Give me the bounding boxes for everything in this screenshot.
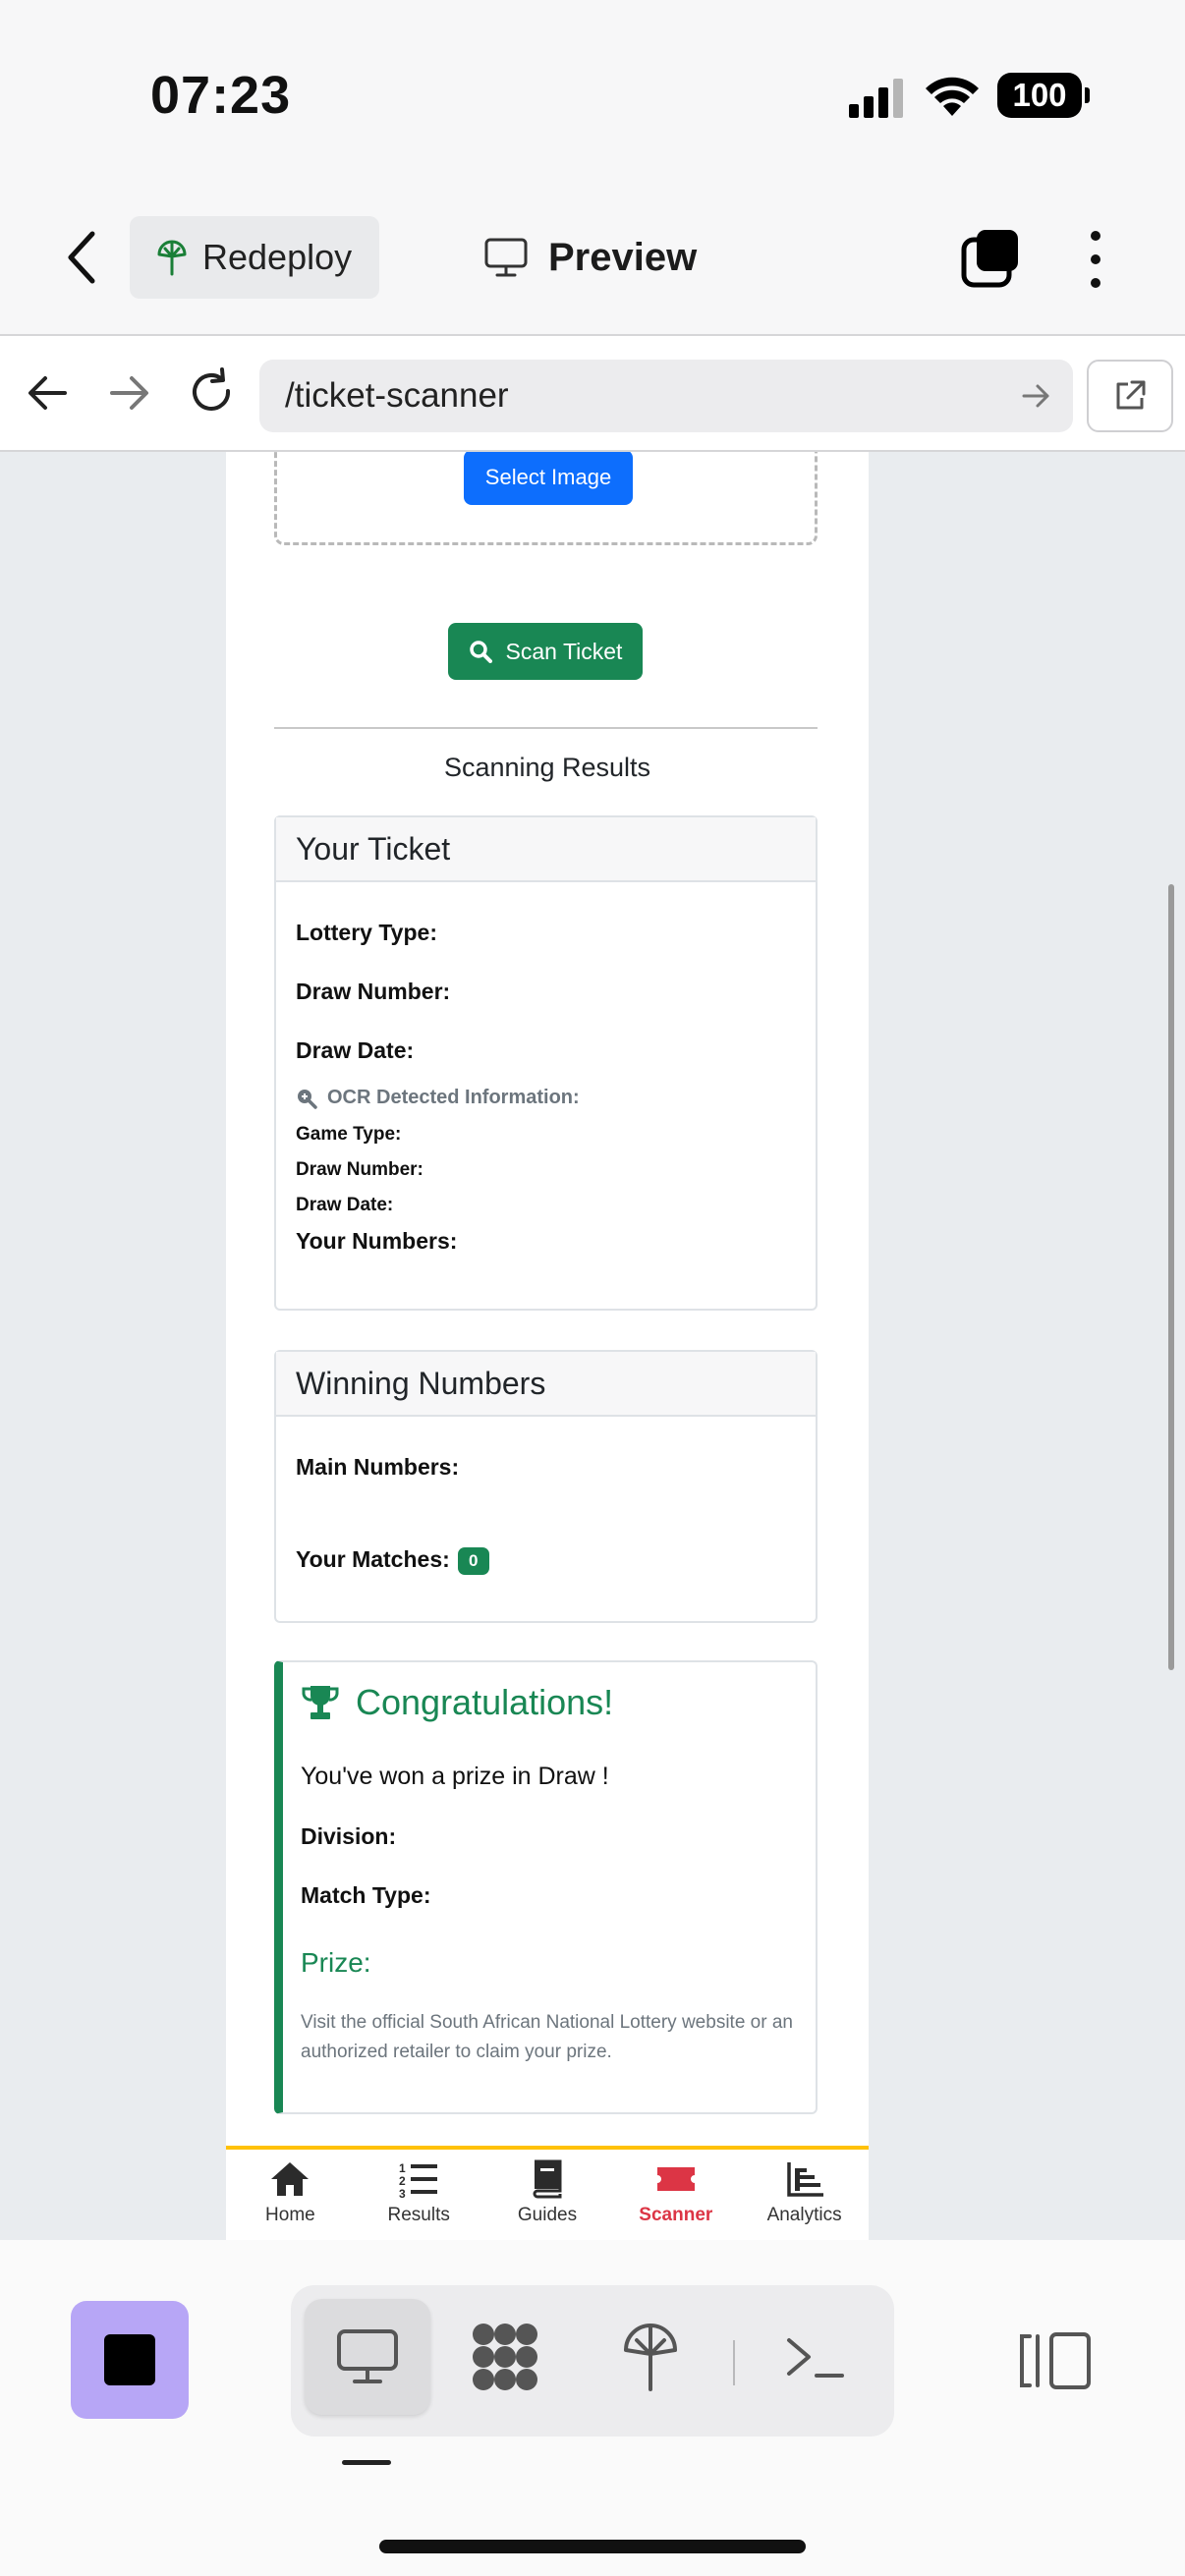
monitor-icon (484, 238, 528, 277)
view-mode-switcher (291, 2285, 894, 2436)
ticket-icon (656, 2167, 695, 2191)
winning-numbers-header: Winning Numbers (276, 1352, 816, 1417)
go-arrow-icon[interactable] (1020, 379, 1053, 413)
select-image-button[interactable]: Select Image (464, 452, 633, 505)
monitor-icon (337, 2329, 398, 2383)
browser-back-icon[interactable] (20, 365, 75, 420)
ocr-game-type-label: Game Type: (296, 1124, 402, 1145)
reload-icon[interactable] (185, 365, 240, 420)
ocr-draw-date-label: Draw Date: (296, 1195, 394, 1215)
bottom-tab-bar: Home 1 2 3 Results Guides Scanner Analyt… (226, 2146, 869, 2240)
tab-scanner-label: Scanner (639, 2205, 713, 2225)
active-mode-indicator (342, 2460, 391, 2465)
back-chevron-icon[interactable] (59, 228, 106, 287)
svg-text:1: 1 (399, 2161, 406, 2175)
your-ticket-header: Your Ticket (276, 817, 816, 882)
ocr-draw-number-label: Draw Number: (296, 1159, 423, 1180)
deploy-icon (157, 240, 187, 276)
tab-guides-label: Guides (517, 2205, 578, 2225)
more-vertical-icon[interactable] (1081, 228, 1110, 291)
tab-home[interactable]: Home (226, 2150, 355, 2240)
open-external-button[interactable] (1087, 360, 1173, 432)
stop-button[interactable] (71, 2301, 189, 2419)
nodes-icon (473, 2324, 537, 2390)
terminal-icon (787, 2338, 844, 2378)
division-label: Division: (301, 1823, 397, 1849)
tab-results-label: Results (387, 2205, 450, 2225)
divider (274, 727, 818, 729)
web-viewport[interactable]: Select Image Scan Ticket Scanning Result… (0, 452, 1185, 2240)
sidebar-toggle-icon[interactable] (1018, 2330, 1093, 2391)
ticket-scanner-page: Select Image Scan Ticket Scanning Result… (226, 452, 869, 2240)
windows-switcher-icon[interactable] (961, 228, 1022, 289)
list-ordered-icon: 1 2 3 (399, 2161, 438, 2199)
your-numbers-label: Your Numbers: (296, 1228, 458, 1254)
deploy-icon (624, 2324, 677, 2391)
redeploy-label: Redeploy (202, 237, 353, 277)
trophy-icon (302, 1686, 339, 1719)
url-field[interactable]: /ticket-scanner (259, 360, 1073, 432)
tab-analytics-label: Analytics (766, 2205, 842, 2225)
scanning-results-title: Scanning Results (443, 753, 651, 782)
search-icon (469, 641, 492, 663)
preview-toggle[interactable]: Preview (483, 228, 697, 287)
deploy-mode-button[interactable] (588, 2299, 713, 2415)
app-header-area: 07:23 100 Redeploy Preview (0, 0, 1185, 334)
ocr-info-title: OCR Detected Information: (327, 1087, 580, 1108)
claim-prize-note: Visit the official South African Nationa… (301, 2012, 793, 2062)
segment-divider (733, 2340, 735, 2385)
draw-number-label: Draw Number: (296, 979, 451, 1004)
match-type-label: Match Type: (301, 1882, 431, 1908)
external-link-icon (1116, 380, 1146, 410)
url-text: /ticket-scanner (285, 376, 509, 415)
browser-forward-icon[interactable] (102, 365, 157, 420)
cellular-signal-icon (849, 79, 903, 118)
main-numbers-label: Main Numbers: (296, 1454, 460, 1480)
page-scrollbar[interactable] (1168, 884, 1174, 1670)
tab-guides[interactable]: Guides (483, 2150, 612, 2240)
tab-home-label: Home (265, 2205, 315, 2225)
your-matches-row: Your Matches: 0 (296, 1546, 489, 1575)
tab-analytics[interactable]: Analytics (740, 2150, 869, 2240)
svg-text:3: 3 (399, 2187, 406, 2199)
battery-icon: 100 (997, 73, 1090, 118)
home-indicator (379, 2540, 806, 2553)
bar-chart-icon (786, 2162, 823, 2197)
svg-text:2: 2 (399, 2174, 406, 2188)
matches-count-badge: 0 (457, 1546, 489, 1575)
wifi-icon (926, 77, 979, 116)
winning-numbers-card: Winning Numbers Main Numbers: Your Match… (274, 1350, 818, 1623)
tab-results[interactable]: 1 2 3 Results (355, 2150, 483, 2240)
preview-label: Preview (548, 235, 698, 279)
lottery-type-label: Lottery Type: (296, 920, 437, 945)
congrats-heading: Congratulations! (301, 1682, 613, 1723)
workflow-mode-button[interactable] (442, 2299, 568, 2415)
your-ticket-card: Your Ticket Lottery Type: Draw Number: D… (274, 815, 818, 1311)
draw-date-label: Draw Date: (296, 1037, 415, 1063)
prize-label: Prize: (301, 1947, 371, 1978)
preview-mode-button[interactable] (305, 2299, 430, 2415)
bottom-dock (0, 2240, 1185, 2576)
your-matches-label: Your Matches: (296, 1546, 450, 1572)
home-icon (271, 2162, 310, 2196)
book-icon (533, 2159, 562, 2199)
prize-alert-card: Congratulations! You've won a prize in D… (274, 1660, 818, 2114)
redeploy-button[interactable]: Redeploy (130, 216, 379, 299)
stop-icon (104, 2334, 155, 2385)
scan-ticket-button[interactable]: Scan Ticket (448, 623, 643, 680)
ocr-info-heading: OCR Detected Information: (296, 1087, 580, 1109)
prize-message: You've won a prize in Draw ! (301, 1763, 609, 1790)
image-upload-dropzone[interactable]: Select Image (274, 452, 818, 545)
console-mode-button[interactable] (753, 2299, 878, 2415)
tab-scanner[interactable]: Scanner (611, 2150, 740, 2240)
congrats-title: Congratulations! (356, 1682, 614, 1722)
zoom-in-icon (298, 1089, 317, 1109)
browser-toolbar: /ticket-scanner (0, 334, 1185, 452)
status-time: 07:23 (150, 66, 292, 125)
scan-ticket-label: Scan Ticket (505, 638, 623, 664)
